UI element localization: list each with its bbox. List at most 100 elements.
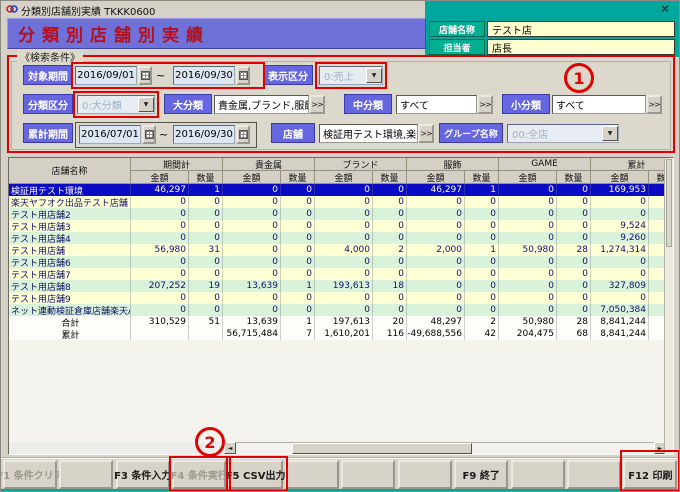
cell-value: 7,050,384 <box>591 304 649 316</box>
column-header-amount[interactable]: 金額 <box>591 171 649 184</box>
page-header: 分類別店舗別実績 <box>7 18 426 49</box>
mid-class-picker-button[interactable]: >> <box>477 95 493 114</box>
cell-value <box>649 280 664 292</box>
cell-value: 1 <box>465 244 499 256</box>
horizontal-scrollbar[interactable]: ◄ ► <box>9 442 664 454</box>
mid-class-input[interactable]: すべて <box>396 95 477 114</box>
column-group-header[interactable]: ブランド <box>315 158 407 171</box>
cell-value: 0 <box>465 232 499 244</box>
f3-enter-conditions-button[interactable]: F3 条件入力 <box>116 460 170 489</box>
chevron-down-icon: ▼ <box>366 68 382 83</box>
fkey-empty-10[interactable] <box>511 460 565 489</box>
cell-value <box>649 316 664 328</box>
h-scroll-left-button[interactable]: ◄ <box>224 442 236 454</box>
f9-exit-button[interactable]: F9 終了 <box>454 460 508 489</box>
column-header-qty[interactable]: 数量 <box>649 171 664 184</box>
column-header-amount[interactable]: 金額 <box>315 171 373 184</box>
column-header-qty[interactable]: 数量 <box>373 171 407 184</box>
table-row[interactable]: 楽天ヤフオク出品テスト店舗00000000000 <box>9 196 664 208</box>
total-period-from-input[interactable]: 2016/07/01 <box>79 125 141 144</box>
total-period-to-input[interactable]: 2016/09/30 <box>173 125 235 144</box>
calendar-button[interactable] <box>138 66 152 85</box>
store-input[interactable]: 検証用テスト環境,楽天ヤフ <box>319 124 418 143</box>
column-header-amount[interactable]: 金額 <box>407 171 465 184</box>
cell-value: 193,613 <box>315 280 373 292</box>
column-header-amount[interactable]: 金額 <box>223 171 281 184</box>
table-row[interactable]: テスト用店舗400000000009,260 <box>9 232 664 244</box>
small-class-label: 小分類 <box>502 94 550 114</box>
large-class-input[interactable]: 貴金属,ブランド,服飾,GAME <box>214 95 309 114</box>
table-row[interactable]: 累計56,715,48471,610,201116-49,688,5564220… <box>9 328 664 340</box>
column-header-qty[interactable]: 数量 <box>281 171 315 184</box>
column-header-amount[interactable]: 金額 <box>499 171 557 184</box>
class-kbn-value: 0:大分類 <box>82 97 122 112</box>
cell-value: 0 <box>557 220 591 232</box>
cell-value: 0 <box>373 304 407 316</box>
table-row[interactable]: テスト用店舗300000000009,524 <box>9 220 664 232</box>
cell-value: 0 <box>373 232 407 244</box>
table-row[interactable]: テスト用店舗700000000000 <box>9 268 664 280</box>
fkey-empty-2[interactable] <box>59 460 113 489</box>
column-group-header[interactable]: 服飾 <box>407 158 499 171</box>
cell-value: 0 <box>499 268 557 280</box>
table-row[interactable]: テスト用店舗900000000000 <box>9 292 664 304</box>
f4-execute-conditions-button[interactable]: F4 条件実行 <box>172 460 226 489</box>
class-kbn-select[interactable]: 0:大分類 ▼ <box>77 95 155 114</box>
cell-value: 0 <box>499 304 557 316</box>
f5-csv-export-button[interactable]: F5 CSV出力 <box>229 460 283 489</box>
close-icon[interactable]: × <box>657 2 673 15</box>
column-group-header[interactable]: 累計 <box>591 158 664 171</box>
cell-value: 1 <box>281 316 315 328</box>
group-name-select[interactable]: 00:全店 ▼ <box>507 124 619 143</box>
cell-value: 0 <box>407 280 465 292</box>
table-row[interactable]: テスト用店舗600000000000 <box>9 256 664 268</box>
calendar-button[interactable] <box>236 125 250 144</box>
column-header-store-name[interactable]: 店舗名称 <box>9 158 131 184</box>
chevron-down-icon: ▼ <box>138 97 154 112</box>
h-scroll-track[interactable] <box>236 442 654 454</box>
cell-value: 169,953 <box>591 184 649 196</box>
cell-value: 13,639 <box>223 280 281 292</box>
target-period-from-input[interactable]: 2016/09/01 <box>75 66 137 85</box>
cell-value: 0 <box>223 184 281 196</box>
f12-print-button[interactable]: F12 印刷 <box>623 460 677 489</box>
h-scroll-right-button[interactable]: ► <box>654 442 664 454</box>
table-row[interactable]: ネット連動検証倉庫店舗楽天AMAZON...00000000007,050,38… <box>9 304 664 316</box>
calendar-button[interactable] <box>142 125 156 144</box>
cell-store-name: 累計 <box>9 328 131 340</box>
cell-value <box>649 328 664 340</box>
cell-value: 0 <box>407 292 465 304</box>
column-group-header[interactable]: GAME <box>499 158 591 171</box>
fkey-empty-8[interactable] <box>398 460 452 489</box>
column-group-header[interactable]: 期間計 <box>131 158 223 171</box>
fkey-empty-7[interactable] <box>341 460 395 489</box>
large-class-picker-button[interactable]: >> <box>309 95 325 114</box>
cell-value: 4,000 <box>315 244 373 256</box>
display-kbn-select[interactable]: 0:売上 ▼ <box>319 66 383 85</box>
small-class-picker-button[interactable]: >> <box>646 95 662 114</box>
table-row[interactable]: テスト用店舗56,98031004,00022,000150,980281,27… <box>9 244 664 256</box>
cell-value: 0 <box>407 304 465 316</box>
cell-value: 8,841,244 <box>591 316 649 328</box>
column-header-qty[interactable]: 数量 <box>465 171 499 184</box>
column-group-header[interactable]: 貴金属 <box>223 158 315 171</box>
table-row[interactable]: 検証用テスト環境46,2971000046,297100169,953 <box>9 184 664 196</box>
vertical-scrollbar[interactable] <box>664 158 673 454</box>
calendar-button[interactable] <box>236 66 250 85</box>
table-row[interactable]: テスト用店舗8207,2521913,6391193,613180000327,… <box>9 280 664 292</box>
target-period-to-input[interactable]: 2016/09/30 <box>173 66 235 85</box>
fkey-empty-11[interactable] <box>567 460 621 489</box>
small-class-input[interactable]: すべて <box>552 95 646 114</box>
store-picker-button[interactable]: >> <box>418 124 434 143</box>
table-row[interactable]: テスト用店舗200000000000 <box>9 208 664 220</box>
f1-clear-conditions-button[interactable]: F1 条件クリア <box>3 460 57 489</box>
column-header-qty[interactable]: 数量 <box>557 171 591 184</box>
column-header-qty[interactable]: 数量 <box>189 171 223 184</box>
column-header-amount[interactable]: 金額 <box>131 171 189 184</box>
fkey-empty-6[interactable] <box>285 460 339 489</box>
v-scroll-thumb[interactable] <box>666 159 672 247</box>
table-row[interactable]: 合計310,5295113,6391197,6132048,297250,980… <box>9 316 664 328</box>
h-scroll-thumb[interactable] <box>292 443 472 454</box>
cell-value: 28 <box>557 244 591 256</box>
cell-value <box>649 196 664 208</box>
